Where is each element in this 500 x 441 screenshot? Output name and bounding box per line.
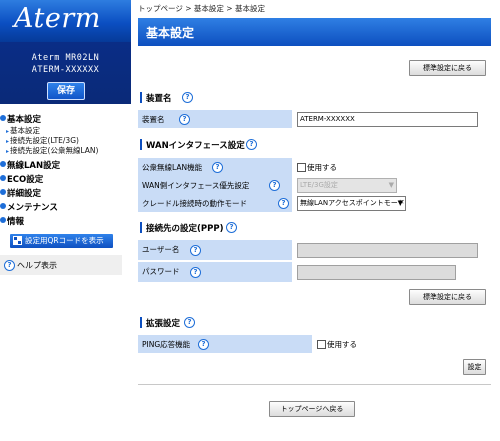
row-password: パスワード ? <box>138 262 491 283</box>
brand-logo-area: Aterm <box>0 0 131 42</box>
row-ping: PING応答機能 ? 使用する <box>138 335 491 354</box>
cradle-mode-select[interactable]: 無線LANアクセスポイントモード ▼ <box>297 196 406 211</box>
row-public-lan: 公衆無線LAN機能 ? 使用する <box>138 158 491 177</box>
nav-eco[interactable]: ECO設定 <box>0 173 43 185</box>
help-icon: ? <box>4 260 15 271</box>
reset-defaults-button[interactable]: 標準設定に戻る <box>409 60 486 76</box>
section-wan: WANインタフェース設定 ? <box>138 138 491 152</box>
username-label: ユーザー名 <box>142 245 180 254</box>
bullet-icon <box>0 115 6 121</box>
help-icon[interactable]: ? <box>278 198 289 209</box>
public-lan-label: 公衆無線LAN機能 <box>142 163 203 172</box>
bullet-icon <box>0 161 6 167</box>
nav-wireless-lan[interactable]: 無線LAN設定 <box>0 159 60 171</box>
bullet-icon <box>0 203 6 209</box>
help-icon[interactable]: ? <box>190 245 201 256</box>
help-icon[interactable]: ? <box>182 92 193 103</box>
nav-maintenance[interactable]: メンテナンス <box>0 201 58 213</box>
divider <box>138 384 491 385</box>
bullet-icon <box>0 189 6 195</box>
ping-option-label: 使用する <box>327 340 357 349</box>
help-icon[interactable]: ? <box>179 114 190 125</box>
section-ppp: 接続先の設定(PPP) ? <box>138 221 491 235</box>
public-lan-checkbox[interactable] <box>297 163 306 172</box>
device-name-input[interactable]: ATERM-XXXXXX <box>297 112 478 127</box>
ppp-reset-defaults-button[interactable]: 標準設定に戻る <box>409 289 486 305</box>
help-toggle[interactable]: ? ヘルプ表示 <box>0 255 122 275</box>
bullet-icon <box>0 175 6 181</box>
page-title-bar: 基本設定 <box>138 18 491 46</box>
qr-code-icon <box>13 236 22 245</box>
help-icon[interactable]: ? <box>246 139 257 150</box>
page-title: 基本設定 <box>146 26 195 40</box>
help-icon[interactable]: ? <box>212 162 223 173</box>
nav-info[interactable]: 情報 <box>0 215 24 227</box>
arrow-right-icon: ▸ <box>6 148 10 155</box>
wan-priority-select[interactable]: LTE/3G設定 ▼ <box>297 178 397 193</box>
chevron-down-icon: ▼ <box>397 199 403 207</box>
help-icon[interactable]: ? <box>269 180 280 191</box>
ping-label: PING応答機能 <box>142 340 191 349</box>
ping-checkbox[interactable] <box>317 340 326 349</box>
row-wan-priority: WAN側インタフェース優先設定 ? LTE/3G設定 ▼ <box>138 176 491 195</box>
cradle-mode-label: クレードル接続時の動作モード <box>142 199 247 208</box>
brand-logo: Aterm <box>14 3 101 34</box>
qr-code-button[interactable]: 設定用QRコードを表示 <box>10 234 113 248</box>
arrow-right-icon: ▸ <box>6 128 10 135</box>
username-input[interactable] <box>297 243 478 258</box>
help-icon[interactable]: ? <box>226 222 237 233</box>
sidebar: Aterm Aterm MR02LN ATERM-XXXXXX 保存 基本設定 … <box>0 0 131 441</box>
device-id: ATERM-XXXXXX <box>31 65 100 75</box>
device-name-label: 装置名 <box>142 115 165 124</box>
row-username: ユーザー名 ? <box>138 240 491 261</box>
help-icon[interactable]: ? <box>198 339 209 350</box>
help-icon[interactable]: ? <box>184 317 195 328</box>
back-to-top-button[interactable]: トップページへ戻る <box>269 401 355 417</box>
main-content: トップページ > 基本設定 > 基本設定 基本設定 標準設定に戻る 装置名 ? … <box>131 0 500 441</box>
help-icon[interactable]: ? <box>190 267 201 278</box>
public-lan-option-label: 使用する <box>307 163 337 172</box>
breadcrumb: トップページ > 基本設定 > 基本設定 <box>138 4 265 13</box>
section-extended: 拡張設定 ? <box>138 316 491 330</box>
section-device-name: 装置名 ? <box>138 91 491 105</box>
wan-priority-label: WAN側インタフェース優先設定 <box>142 181 250 190</box>
bullet-icon <box>0 217 6 223</box>
row-cradle-mode: クレードル接続時の動作モード ? 無線LANアクセスポイントモード ▼ <box>138 194 491 213</box>
password-label: パスワード <box>142 267 180 276</box>
password-input[interactable] <box>297 265 456 280</box>
nav-advanced[interactable]: 詳細設定 <box>0 187 41 199</box>
nav-item-public-lan[interactable]: ▸接続先設定(公衆無線LAN) <box>6 145 98 156</box>
save-button[interactable]: 保存 <box>47 82 85 100</box>
apply-button[interactable]: 設定 <box>463 359 486 375</box>
arrow-right-icon: ▸ <box>6 138 10 145</box>
nav-basic-settings[interactable]: 基本設定 <box>0 113 41 125</box>
row-device-name: 装置名 ? ATERM-XXXXXX <box>138 110 491 129</box>
chevron-down-icon: ▼ <box>388 181 394 189</box>
model-name: Aterm MR02LN <box>31 53 100 63</box>
